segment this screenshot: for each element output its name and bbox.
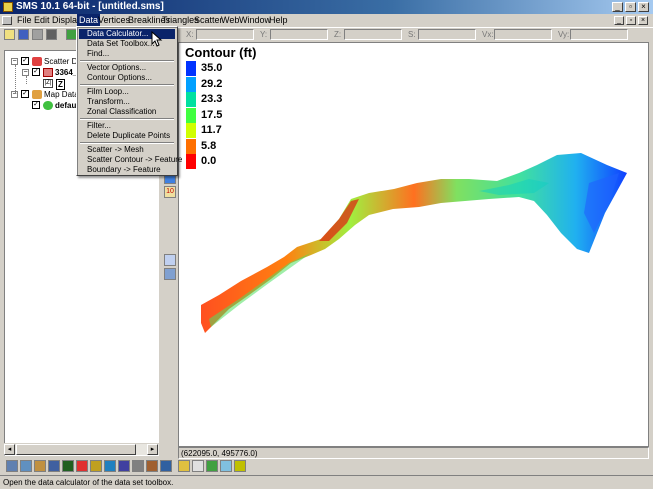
window-title: SMS 10.1 64-bit - [untitled.sms] [16, 1, 164, 12]
close-button[interactable]: × [638, 2, 649, 12]
z-coord-field[interactable] [344, 29, 402, 40]
vx-coord-label: Vx: [482, 30, 494, 39]
y-coord-label: Y: [260, 30, 268, 39]
mdi-restore-button[interactable]: ▫ [626, 16, 636, 25]
scroll-thumb[interactable] [16, 444, 136, 455]
s-coord-field[interactable] [418, 29, 476, 40]
legend-icon[interactable] [234, 460, 246, 472]
y-coord-field[interactable] [270, 29, 328, 40]
menu-separator [80, 142, 174, 144]
minimize-button[interactable]: _ [612, 2, 623, 12]
raster-module-icon[interactable] [90, 460, 102, 472]
quadtree-module-icon[interactable] [118, 460, 130, 472]
menu-item-scatter-contour-feature[interactable]: Scatter Contour -> Feature [79, 155, 182, 165]
cartesian-module-icon[interactable] [104, 460, 116, 472]
tree-line [26, 76, 27, 84]
document-icon[interactable] [2, 16, 12, 25]
scroll-left-icon[interactable]: ◂ [4, 444, 15, 455]
menu-item-film-loop[interactable]: Film Loop... [79, 87, 175, 97]
checkbox-icon[interactable]: ✓ [32, 68, 40, 76]
checkbox-icon[interactable]: ✓ [32, 101, 40, 109]
print-icon[interactable] [32, 29, 43, 40]
tree-horizontal-scrollbar[interactable]: ◂ ▸ [4, 443, 159, 455]
gis-module-icon[interactable] [62, 460, 74, 472]
contour-mesh [201, 153, 627, 333]
map-module-icon[interactable] [48, 460, 60, 472]
x-coord-field[interactable] [196, 29, 254, 40]
ugrid-module-icon[interactable] [132, 460, 144, 472]
module-toolbar [0, 459, 653, 475]
tree-item-label: Map Data [44, 90, 79, 99]
vy-coord-field[interactable] [570, 29, 628, 40]
mouse-cursor-icon [151, 31, 163, 47]
menu-item-find[interactable]: Find... [79, 49, 175, 59]
dataset-icon: |Z| [43, 79, 53, 88]
menu-separator [80, 60, 174, 62]
app-icon[interactable] [3, 2, 13, 12]
menu-item-vector-options[interactable]: Vector Options... [79, 63, 175, 73]
checkbox-icon[interactable]: ✓ [21, 90, 29, 98]
pan-tool-icon[interactable] [164, 268, 176, 280]
scatter-set-icon [43, 68, 53, 77]
menu-edit[interactable]: Edit [32, 14, 52, 27]
contour-plot[interactable] [179, 43, 649, 447]
status-bar: Open the data calculator of the data set… [0, 475, 653, 489]
title-bar: SMS 10.1 64-bit - [untitled.sms] _ ▫ × [0, 0, 653, 14]
data-menu-dropdown: Data Calculator... Data Set Toolbox... Fin… [76, 26, 182, 176]
mdi-close-button[interactable]: × [638, 16, 648, 25]
menu-item-scatter-mesh[interactable]: Scatter -> Mesh [79, 145, 175, 155]
menu-item-delete-duplicate-points[interactable]: Delete Duplicate Points [79, 131, 175, 141]
select-icon[interactable] [178, 460, 190, 472]
map-data-icon [32, 90, 42, 99]
delete-icon[interactable] [46, 29, 57, 40]
scroll-right-icon[interactable]: ▸ [147, 444, 158, 455]
vy-coord-label: Vy: [558, 30, 570, 39]
menu-help[interactable]: Help [267, 14, 290, 27]
open-icon[interactable] [4, 29, 15, 40]
menu-item-transform[interactable]: Transform... [79, 97, 175, 107]
mdi-minimize-button[interactable]: _ [614, 16, 624, 25]
zoom-tool-icon[interactable] [164, 254, 176, 266]
collapse-icon[interactable]: − [11, 58, 18, 65]
maximize-button[interactable]: ▫ [625, 2, 636, 12]
particle-module-icon[interactable] [76, 460, 88, 472]
scatter-module-icon[interactable] [34, 460, 46, 472]
menu-item-zonal-classification[interactable]: Zonal Classification [79, 107, 175, 117]
z-coord-label: Z: [334, 30, 342, 39]
menu-item-boundary-feature[interactable]: Boundary -> Feature [79, 165, 175, 175]
mesh-module-icon[interactable] [6, 460, 18, 472]
graphics-window[interactable]: Contour (ft) 35.0 29.2 23.3 17.5 11.7 5.8 0.0 [178, 42, 649, 447]
coverage-icon [43, 101, 53, 110]
menu-item-contour-options[interactable]: Contour Options... [79, 73, 175, 83]
frame-icon[interactable] [192, 460, 204, 472]
contour-icon[interactable] [206, 460, 218, 472]
contour-highlight [209, 253, 311, 327]
x-coord-label: X: [186, 30, 194, 39]
s-coord-label: S: [408, 30, 416, 39]
display-icon[interactable] [220, 460, 232, 472]
extra-module-icon[interactable] [160, 460, 172, 472]
checkbox-icon[interactable]: ✓ [21, 57, 29, 65]
grid-module-icon[interactable] [20, 460, 32, 472]
menu-separator [80, 84, 174, 86]
tree-line [15, 65, 16, 93]
vx-coord-field[interactable] [494, 29, 552, 40]
cursor-coordinates: (622095.0, 495776.0) [178, 447, 649, 459]
scatter-data-icon [32, 57, 42, 66]
menu-file[interactable]: File [15, 14, 34, 27]
save-icon[interactable] [18, 29, 29, 40]
collapse-icon[interactable]: − [22, 69, 29, 76]
menu-separator [80, 118, 174, 120]
annotation-module-icon[interactable] [146, 460, 158, 472]
menu-item-filter[interactable]: Filter... [79, 121, 175, 131]
contour-label-icon[interactable]: 10 [164, 186, 176, 198]
